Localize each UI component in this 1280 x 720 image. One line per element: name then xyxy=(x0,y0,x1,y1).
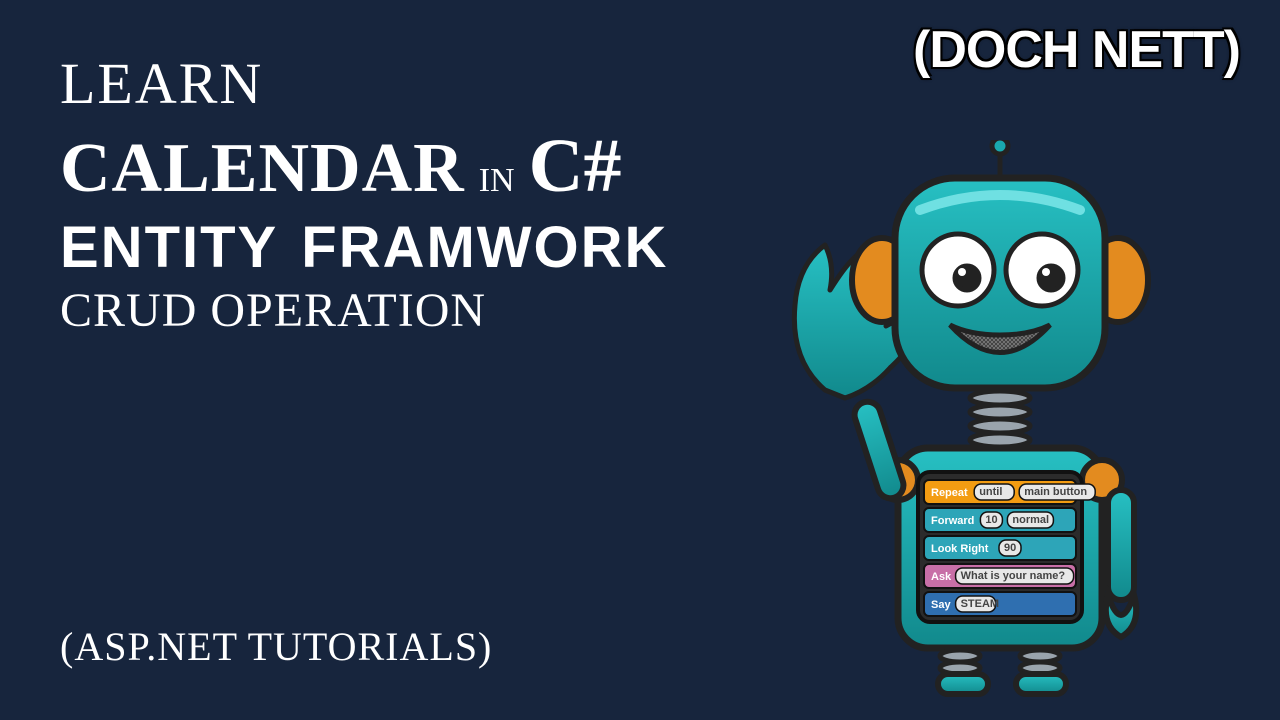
code-row: Forward 10 normal xyxy=(924,508,1076,532)
title-entity: ENTITY FRAMWORK xyxy=(60,214,760,281)
code-row: Ask What is your name? xyxy=(924,564,1076,588)
svg-text:STEAM: STEAM xyxy=(961,598,1000,610)
svg-text:until: until xyxy=(979,486,1002,498)
code-row: Look Right 90 xyxy=(924,536,1076,560)
svg-text:Look Right: Look Right xyxy=(931,543,989,555)
title-calendar: CALENDAR xyxy=(60,129,465,209)
svg-text:Forward: Forward xyxy=(931,515,974,527)
title-learn: LEARN xyxy=(60,50,760,117)
brand-text: (DOCH NETT) xyxy=(913,20,1240,80)
svg-text:90: 90 xyxy=(1004,542,1016,554)
robot-head-icon xyxy=(895,178,1105,388)
subtitle-bottom: (ASP.NET TUTORIALS) xyxy=(60,623,492,670)
svg-text:main button: main button xyxy=(1024,486,1087,498)
svg-text:normal: normal xyxy=(1012,514,1049,526)
title-crud: CRUD OPERATION xyxy=(60,283,760,338)
svg-text:Repeat: Repeat xyxy=(931,487,968,499)
title-calendar-row: CALENDAR IN C# xyxy=(60,123,760,210)
title-csharp: C# xyxy=(529,123,622,210)
title-in: IN xyxy=(479,162,515,200)
code-row: Repeat until main button xyxy=(924,480,1095,504)
svg-text:Ask: Ask xyxy=(931,571,952,583)
svg-text:Say: Say xyxy=(931,599,951,611)
svg-text:What is your name?: What is your name? xyxy=(961,570,1066,582)
code-row: Say STEAM xyxy=(924,592,1076,616)
svg-text:10: 10 xyxy=(985,514,997,526)
title-block: LEARN CALENDAR IN C# ENTITY FRAMWORK CRU… xyxy=(60,50,760,338)
robot-illustration: Repeat until main button Forward 10 normal Loo… xyxy=(770,140,1210,700)
